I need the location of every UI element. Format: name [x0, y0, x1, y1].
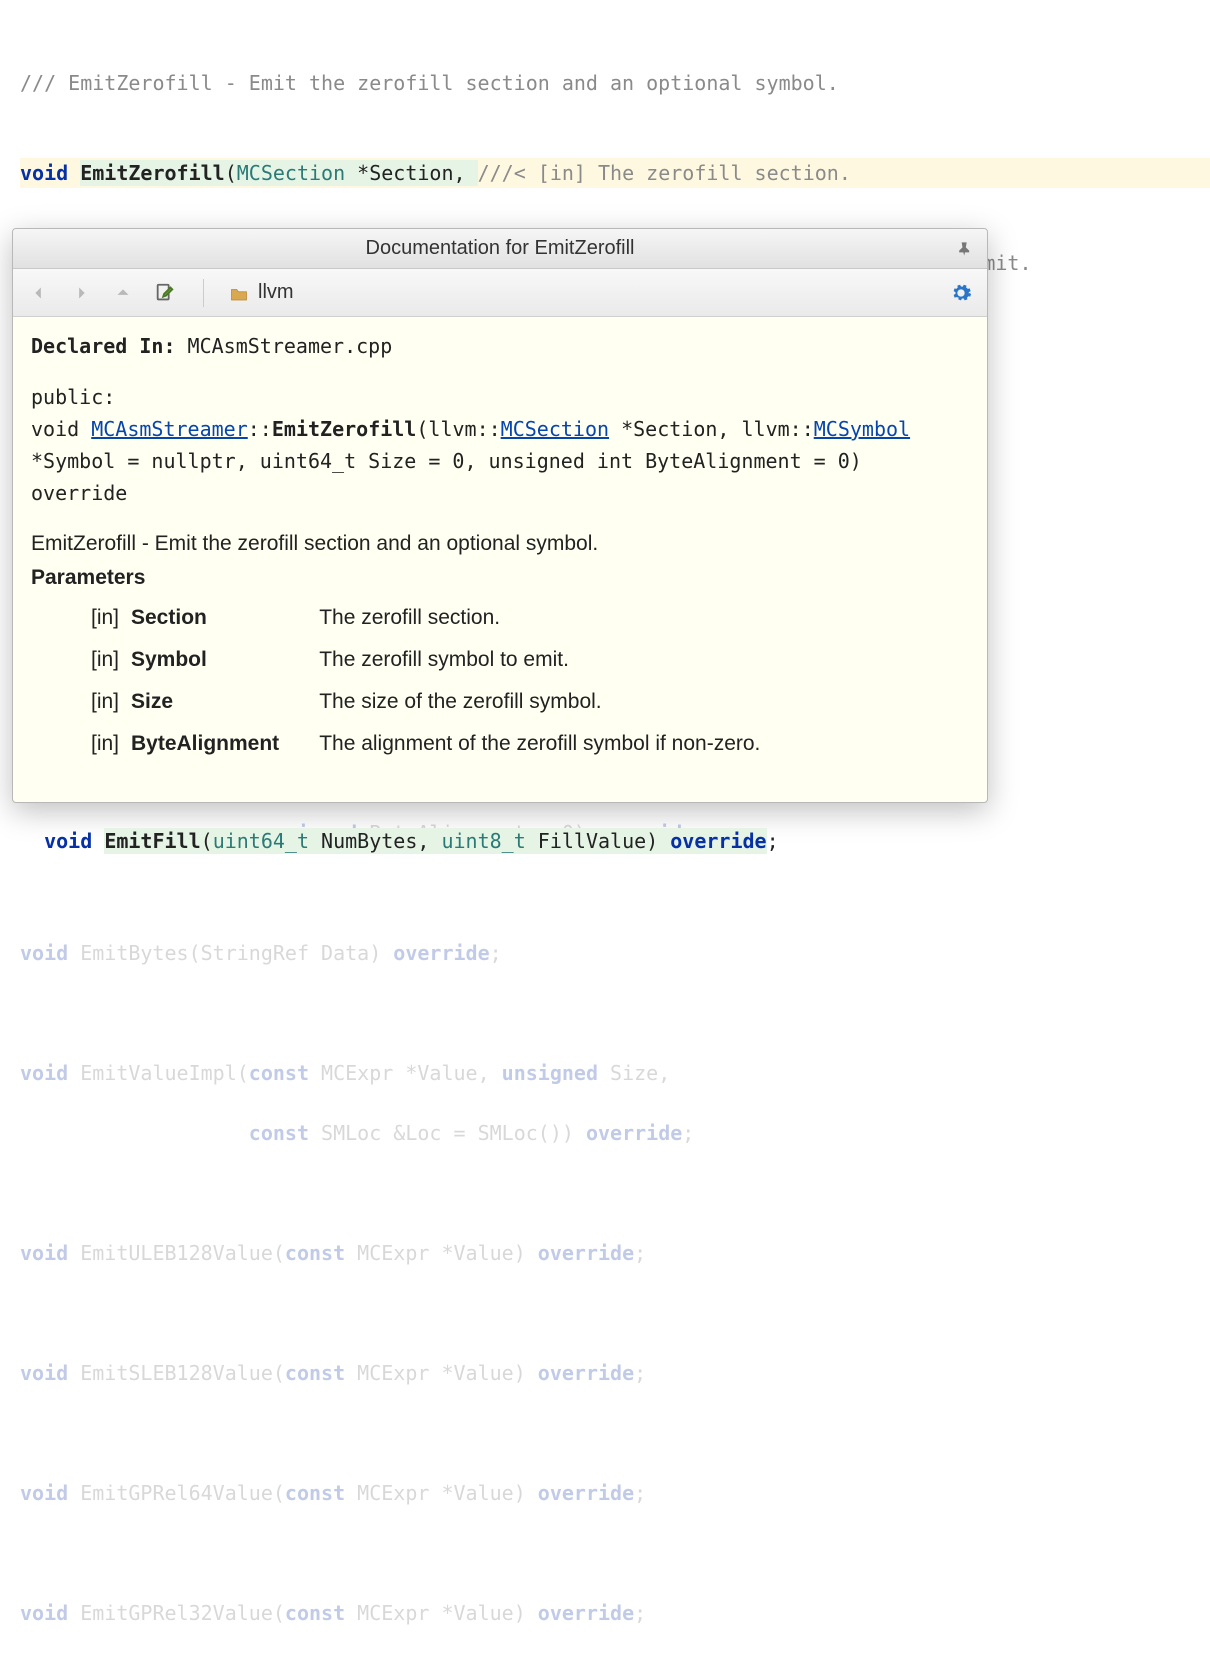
param-row: [in]SectionThe zerofill section. — [71, 597, 770, 639]
text: *Section, — [345, 161, 477, 185]
class-link[interactable]: MCAsmStreamer — [91, 417, 248, 441]
faded-line: void EmitGPRel32Value(const MCExpr *Valu… — [20, 1598, 1210, 1628]
code-line-bottom: void EmitFill(uint64_t NumBytes, uint8_t… — [20, 805, 779, 853]
forward-button[interactable] — [69, 281, 93, 305]
faded-line — [20, 998, 1210, 1028]
keyword: override — [670, 829, 766, 853]
popup-toolbar: llvm — [13, 269, 987, 317]
param-name: Size — [131, 681, 319, 723]
popup-body[interactable]: Declared In: MCAsmStreamer.cpp public: v… — [13, 317, 987, 802]
faded-line: void EmitSLEB128Value(const MCExpr *Valu… — [20, 1358, 1210, 1388]
function-name: EmitZerofill — [272, 417, 417, 441]
popup-titlebar[interactable]: Documentation for EmitZerofill — [13, 229, 987, 269]
faded-line — [20, 1298, 1210, 1328]
param-row: [in]SizeThe size of the zerofill symbol. — [71, 681, 770, 723]
space — [92, 829, 104, 853]
text: NumBytes, — [309, 829, 441, 853]
text: ( — [201, 829, 213, 853]
void: void — [31, 417, 91, 441]
param-name: Section — [131, 597, 319, 639]
param-name: Symbol — [131, 639, 319, 681]
pin-icon[interactable] — [955, 239, 975, 259]
param-row: [in]ByteAlignmentThe alignment of the ze… — [71, 723, 770, 765]
parameters-table: [in]SectionThe zerofill section. [in]Sym… — [71, 597, 770, 765]
up-button[interactable] — [111, 281, 135, 305]
faded-line: void EmitGPRel64Value(const MCExpr *Valu… — [20, 1478, 1210, 1508]
faded-line — [20, 1178, 1210, 1208]
param-direction: [in] — [71, 723, 131, 765]
param-direction: [in] — [71, 597, 131, 639]
faded-line: void EmitValueImpl(const MCExpr *Value, … — [20, 1058, 1210, 1088]
text: ; — [767, 829, 779, 853]
edit-source-button[interactable] — [153, 281, 177, 305]
settings-button[interactable] — [949, 281, 973, 305]
text: (llvm:: — [416, 417, 500, 441]
folder-icon — [230, 285, 248, 301]
type: uint8_t — [441, 829, 525, 853]
param-direction: [in] — [71, 681, 131, 723]
param-desc: The zerofill symbol to emit. — [319, 639, 770, 681]
highlighted-line: void EmitZerofill(MCSection *Section, //… — [20, 158, 1210, 188]
description: EmitZerofill - Emit the zerofill section… — [31, 529, 969, 559]
documentation-popup: Documentation for EmitZerofill llvm — [12, 228, 988, 803]
toolbar-separator — [203, 279, 204, 307]
comment-line: /// EmitZerofill - Emit the zerofill sec… — [20, 68, 1210, 98]
declared-in-file: MCAsmStreamer.cpp — [188, 334, 393, 358]
param-desc: The size of the zerofill symbol. — [319, 681, 770, 723]
function-name: EmitZerofill — [80, 161, 225, 185]
mcsymbol-link[interactable]: MCSymbol — [814, 417, 910, 441]
faded-line — [20, 878, 1210, 908]
parameters-title: Parameters — [31, 563, 969, 593]
faded-line — [20, 1418, 1210, 1448]
text: *Section, llvm:: — [609, 417, 814, 441]
faded-line: void EmitBytes(StringRef Data) override; — [20, 938, 1210, 968]
keyword: void — [20, 161, 68, 185]
faded-line: void EmitULEB128Value(const MCExpr *Valu… — [20, 1238, 1210, 1268]
keyword: void — [44, 829, 92, 853]
faded-line — [20, 1538, 1210, 1568]
function-name: EmitFill — [104, 829, 200, 853]
signature: public: void MCAsmStreamer::EmitZerofill… — [31, 381, 969, 509]
text: *Symbol = nullptr, uint64_t Size = 0, un… — [31, 449, 862, 505]
back-button[interactable] — [27, 281, 51, 305]
comment: ///< [in] The zerofill section. — [478, 161, 851, 185]
type: MCSection — [237, 161, 345, 185]
param-direction: [in] — [71, 639, 131, 681]
sep: :: — [248, 417, 272, 441]
declaration-line: Declared In: MCAsmStreamer.cpp — [31, 331, 969, 361]
param-row: [in]SymbolThe zerofill symbol to emit. — [71, 639, 770, 681]
popup-title-text: Documentation for EmitZerofill — [366, 237, 635, 260]
type: uint64_t — [213, 829, 309, 853]
project-name: llvm — [258, 281, 294, 304]
mcsection-link[interactable]: MCSection — [501, 417, 609, 441]
param-name: ByteAlignment — [131, 723, 319, 765]
declared-in-label: Declared In: — [31, 334, 176, 358]
text: FillValue) — [526, 829, 671, 853]
text — [68, 161, 80, 185]
project-link[interactable]: llvm — [230, 281, 294, 304]
param-desc: The alignment of the zerofill symbol if … — [319, 723, 770, 765]
text: ( — [225, 161, 237, 185]
gear-icon — [950, 282, 972, 304]
faded-line: const SMLoc &Loc = SMLoc()) override; — [20, 1118, 1210, 1148]
param-desc: The zerofill section. — [319, 597, 770, 639]
access: public: — [31, 385, 115, 409]
